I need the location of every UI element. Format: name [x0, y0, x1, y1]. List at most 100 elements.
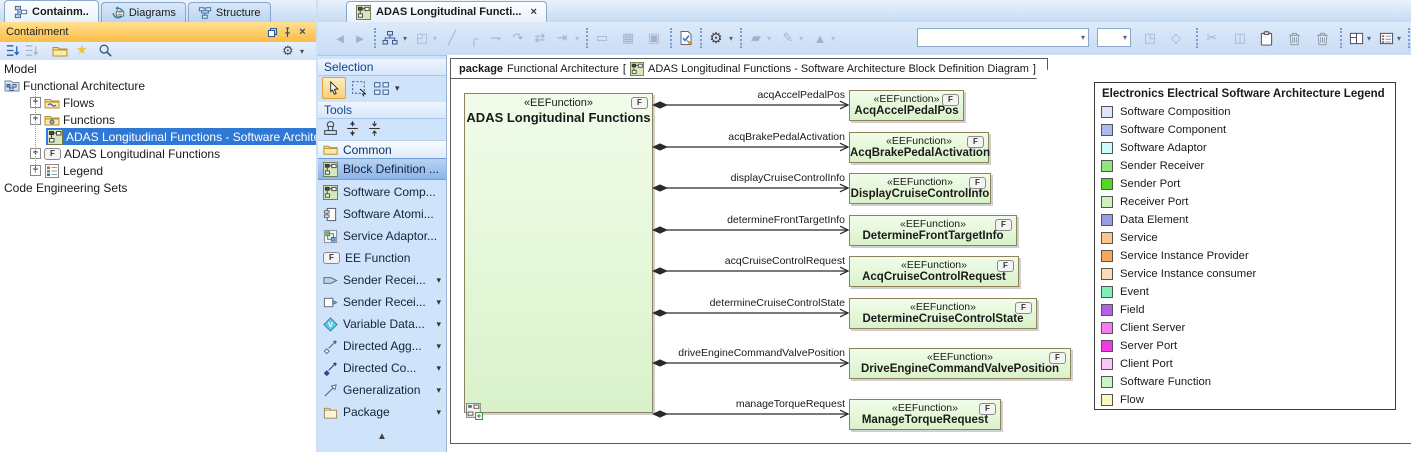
block-determine-front-target-info[interactable]: «EEFunction» F DetermineFrontTargetInfo: [849, 215, 1017, 246]
composition-connector[interactable]: [652, 182, 849, 194]
palette-common-section[interactable]: Common: [318, 140, 446, 159]
fill-color-dropdown[interactable]: ▾: [764, 28, 774, 48]
selection-dropdown[interactable]: ▾: [395, 83, 400, 94]
tree-item-functional-architecture[interactable]: Functional Architecture: [0, 77, 316, 94]
add-shape-dropdown[interactable]: ▾: [430, 28, 440, 48]
resize-button[interactable]: ▭: [592, 28, 612, 48]
document-tab-adas[interactable]: ADAS Longitudinal Functi... ×: [346, 1, 547, 22]
tree-item-functions[interactable]: + Functions: [0, 111, 316, 128]
palette-item-software-composition[interactable]: Software Comp...: [318, 181, 446, 203]
palette-item-sender-receiver[interactable]: Sender Recei... ▾: [318, 269, 446, 291]
vertical-expand-tool[interactable]: [344, 120, 361, 137]
stamp-tool[interactable]: [322, 120, 339, 137]
image-button[interactable]: ▣: [644, 28, 664, 48]
delete-button[interactable]: [1284, 28, 1304, 48]
block-manage-torque-request[interactable]: «EEFunction» F ManageTorqueRequest: [849, 399, 1001, 430]
palette-item-block-definition[interactable]: Block Definition ...: [318, 158, 446, 180]
path-dropdown[interactable]: ▾: [572, 28, 582, 48]
format-painter-button[interactable]: ◇: [1166, 28, 1186, 48]
toolbar-handle[interactable]: [1196, 28, 1198, 48]
font-color-dropdown[interactable]: ▾: [828, 28, 838, 48]
toolbar-handle[interactable]: [700, 28, 702, 48]
rectilinear-path-button[interactable]: ┌: [464, 28, 484, 48]
copy-button[interactable]: ◫: [1230, 28, 1250, 48]
composition-connector[interactable]: [652, 357, 849, 369]
show-legend-button[interactable]: [1376, 28, 1396, 48]
selected-tree-item[interactable]: ADAS Longitudinal Functions - Software A…: [46, 128, 316, 145]
line-color-button[interactable]: ✎: [778, 28, 798, 48]
palette-item-dropdown[interactable]: ▾: [436, 275, 441, 286]
palette-item-ee-function[interactable]: F EE Function: [318, 247, 446, 269]
window-layout-button[interactable]: [1346, 28, 1366, 48]
palette-item-dropdown[interactable]: ▾: [436, 341, 441, 352]
tab-diagrams[interactable]: Diagrams: [101, 2, 186, 22]
block-adas-longitudinal-functions[interactable]: «EEFunction» F ADAS Longitudinal Functio…: [464, 93, 653, 413]
paste-button[interactable]: [1256, 28, 1276, 48]
diagram-legend[interactable]: Electronics Electrical Software Architec…: [1094, 82, 1396, 410]
search-button[interactable]: [98, 43, 113, 58]
window-layout-dropdown[interactable]: ▾: [1364, 28, 1374, 48]
back-button[interactable]: ◄: [330, 28, 350, 48]
close-tab-icon[interactable]: ×: [530, 6, 536, 18]
pin-panel-button[interactable]: [280, 26, 295, 39]
marquee-select-tool[interactable]: [351, 80, 368, 97]
oblique-path-button[interactable]: ╱: [442, 28, 462, 48]
multi-select-tool[interactable]: [373, 80, 390, 97]
tree-item-adas-function[interactable]: + F ADAS Longitudinal Functions: [0, 145, 316, 162]
block-acq-brake-pedal-activation[interactable]: «EEFunction» F AcqBrakePedalActivation: [849, 132, 989, 163]
validate-diagram-button[interactable]: [676, 28, 696, 48]
palette-item-package[interactable]: Package ▾: [318, 401, 446, 423]
composition-connector[interactable]: [652, 265, 849, 277]
swap-path-button[interactable]: ⇄: [530, 28, 550, 48]
composition-connector[interactable]: [652, 307, 849, 319]
diagram-options-button[interactable]: ⚙: [706, 28, 726, 48]
fill-color-button[interactable]: ▰: [746, 28, 766, 48]
tree-item-flows[interactable]: + Flows: [0, 94, 316, 111]
curved-path-button[interactable]: ↷: [508, 28, 528, 48]
toolbar-handle[interactable]: [740, 28, 742, 48]
palette-collapse-button[interactable]: ▲: [318, 431, 446, 442]
tab-containment[interactable]: Containm..: [4, 0, 99, 22]
palette-item-dropdown[interactable]: ▾: [436, 319, 441, 330]
favorites-button[interactable]: ★: [76, 42, 88, 58]
tree-item-legend[interactable]: + Legend: [0, 162, 316, 179]
tree-item-adas-diagram[interactable]: ADAS Longitudinal Functions - Software A…: [0, 128, 316, 145]
font-color-button[interactable]: ▲: [810, 28, 830, 48]
toolbar-handle[interactable]: [670, 28, 672, 48]
tree-item-model[interactable]: Model: [0, 60, 316, 77]
composition-connector[interactable]: [652, 408, 849, 420]
tree-layout-button[interactable]: [380, 28, 400, 48]
font-name-combobox[interactable]: ▾: [917, 28, 1089, 47]
bring-forward-button[interactable]: ◳: [1140, 28, 1160, 48]
open-diagram-button[interactable]: [52, 43, 68, 59]
close-panel-button[interactable]: ×: [295, 26, 310, 38]
show-legend-dropdown[interactable]: ▾: [1394, 28, 1404, 48]
block-determine-cruise-control-state[interactable]: «EEFunction» F DetermineCruiseControlSta…: [849, 298, 1037, 329]
font-size-combobox[interactable]: ▾: [1097, 28, 1131, 47]
toolbar-handle[interactable]: [586, 28, 588, 48]
delete-from-model-button[interactable]: [1312, 28, 1332, 48]
line-color-dropdown[interactable]: ▾: [796, 28, 806, 48]
palette-item-variable-data[interactable]: Variable Data... ▾: [318, 313, 446, 335]
palette-item-dropdown[interactable]: ▾: [436, 297, 441, 308]
tree-layout-dropdown[interactable]: ▾: [400, 28, 410, 48]
palette-item-dropdown[interactable]: ▾: [436, 385, 441, 396]
add-shape-button[interactable]: ◰: [412, 28, 432, 48]
block-display-cruise-control-info[interactable]: «EEFunction» F DisplayCruiseControlInfo: [849, 173, 991, 204]
block-acq-accel-pedal-pos[interactable]: «EEFunction» F AcqAccelPedalPos: [849, 90, 964, 121]
vertical-collapse-tool[interactable]: [366, 120, 383, 137]
toolbar-handle[interactable]: [374, 28, 376, 48]
forward-button[interactable]: ►: [350, 28, 370, 48]
grid-button[interactable]: ▦: [618, 28, 638, 48]
diagram-options-dropdown[interactable]: ▾: [726, 28, 736, 48]
cut-button[interactable]: ✂: [1202, 28, 1222, 48]
palette-item-dropdown[interactable]: ▾: [436, 363, 441, 374]
block-acq-cruise-control-request[interactable]: «EEFunction» F AcqCruiseControlRequest: [849, 256, 1019, 287]
composition-connector[interactable]: [652, 224, 849, 236]
tab-structure[interactable]: Structure: [188, 2, 271, 22]
select-tool-button[interactable]: [322, 77, 346, 99]
toolbar-handle[interactable]: [1408, 28, 1410, 48]
toolbar-handle[interactable]: [1340, 28, 1342, 48]
reroute-path-button[interactable]: ⇥: [552, 28, 572, 48]
composition-connector[interactable]: [652, 99, 849, 111]
